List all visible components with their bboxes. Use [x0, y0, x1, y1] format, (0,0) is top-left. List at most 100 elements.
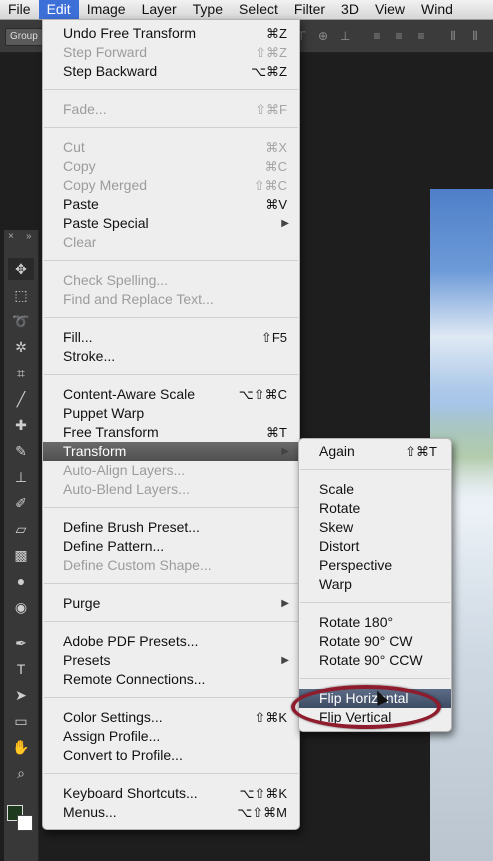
crop-tool-icon[interactable]: ⌗	[8, 362, 34, 384]
menu-item-paste[interactable]: Paste ⌘V	[43, 195, 299, 214]
distribute-left-icon[interactable]: ⫴	[448, 29, 458, 43]
menu-item-stroke[interactable]: Stroke...	[43, 347, 299, 366]
group-dropdown[interactable]: Group	[5, 28, 43, 46]
submenu-item-rotate[interactable]: Rotate	[299, 499, 451, 518]
align-vcenter-icon[interactable]: ⊕	[318, 29, 328, 43]
submenu-item-distort[interactable]: Distort	[299, 537, 451, 556]
type-tool-icon[interactable]: T	[8, 658, 34, 680]
submenu-arrow-icon: ▶	[281, 598, 289, 609]
menu-item-content-aware-scale[interactable]: Content-Aware Scale ⌥⇧⌘C	[43, 385, 299, 404]
menu-item-puppet-warp[interactable]: Puppet Warp	[43, 404, 299, 423]
menu-separator	[44, 621, 298, 622]
menu-item-step-backward[interactable]: Step Backward ⌥⌘Z	[43, 62, 299, 81]
clone-stamp-tool-icon[interactable]: ⊥	[8, 466, 34, 488]
submenu-item-rotate-90-cw[interactable]: Rotate 90° CW	[299, 632, 451, 651]
blur-tool-icon[interactable]: ●	[8, 570, 34, 592]
menu-item-transform[interactable]: Transform ▶	[43, 442, 299, 461]
menu-image[interactable]: Image	[79, 0, 134, 19]
menu-item-adobe-pdf-presets[interactable]: Adobe PDF Presets...	[43, 632, 299, 651]
menu-filter[interactable]: Filter	[286, 0, 333, 19]
dodge-tool-icon[interactable]: ◉	[8, 596, 34, 618]
menu-item-remote-connections[interactable]: Remote Connections...	[43, 670, 299, 689]
menu-separator	[300, 469, 450, 470]
menu-item-cut[interactable]: Cut ⌘X	[43, 138, 299, 157]
tools-panel: × » ✥ ⬚ ➰ ✲ ⌗ ╱ ✚ ✎ ⊥ ✐ ▱ ▩ ● ◉ ✒ T ➤ ▭ …	[4, 230, 39, 861]
menu-item-find-replace-text[interactable]: Find and Replace Text...	[43, 290, 299, 309]
move-tool-icon[interactable]: ✥	[8, 258, 34, 280]
menu-item-fade[interactable]: Fade... ⇧⌘F	[43, 100, 299, 119]
menu-item-define-pattern[interactable]: Define Pattern...	[43, 537, 299, 556]
menu-separator	[44, 697, 298, 698]
menu-item-keyboard-shortcuts[interactable]: Keyboard Shortcuts... ⌥⇧⌘K	[43, 784, 299, 803]
menu-item-define-brush-preset[interactable]: Define Brush Preset...	[43, 518, 299, 537]
lasso-tool-icon[interactable]: ➰	[8, 310, 34, 332]
healing-brush-tool-icon[interactable]: ✚	[8, 414, 34, 436]
menu-item-undo-free-transform[interactable]: Undo Free Transform ⌘Z	[43, 24, 299, 43]
submenu-item-perspective[interactable]: Perspective	[299, 556, 451, 575]
menu-separator	[44, 260, 298, 261]
magic-wand-tool-icon[interactable]: ✲	[8, 336, 34, 358]
zoom-tool-icon[interactable]: ⌕	[8, 762, 34, 784]
submenu-item-skew[interactable]: Skew	[299, 518, 451, 537]
menu-item-auto-align-layers[interactable]: Auto-Align Layers...	[43, 461, 299, 480]
eyedropper-tool-icon[interactable]: ╱	[8, 388, 34, 410]
pen-tool-icon[interactable]: ✒	[8, 632, 34, 654]
background-color-swatch[interactable]	[17, 815, 33, 831]
menu-separator	[44, 89, 298, 90]
gradient-tool-icon[interactable]: ▩	[8, 544, 34, 566]
rectangle-tool-icon[interactable]: ▭	[8, 710, 34, 732]
submenu-item-scale[interactable]: Scale	[299, 480, 451, 499]
close-icon[interactable]: ×	[8, 231, 14, 242]
menu-item-paste-special[interactable]: Paste Special ▶	[43, 214, 299, 233]
distribute-hcenter-icon[interactable]: ⫴	[470, 29, 480, 43]
menu-item-menus[interactable]: Menus... ⌥⇧⌘M	[43, 803, 299, 822]
align-bottom-icon[interactable]: ⊥	[340, 29, 350, 43]
submenu-item-rotate-90-ccw[interactable]: Rotate 90° CCW	[299, 651, 451, 670]
menu-separator	[44, 127, 298, 128]
menu-layer[interactable]: Layer	[134, 0, 185, 19]
highlight-annotation-ellipse	[291, 685, 441, 729]
submenu-item-warp[interactable]: Warp	[299, 575, 451, 594]
submenu-arrow-icon: ▶	[281, 446, 289, 457]
menu-item-auto-blend-layers[interactable]: Auto-Blend Layers...	[43, 480, 299, 499]
menu-separator	[44, 317, 298, 318]
menu-item-free-transform[interactable]: Free Transform ⌘T	[43, 423, 299, 442]
menu-separator	[300, 678, 450, 679]
menu-edit[interactable]: Edit	[38, 0, 79, 19]
hand-tool-icon[interactable]: ✋	[8, 736, 34, 758]
menu-3d[interactable]: 3D	[333, 0, 367, 19]
collapse-icon[interactable]: »	[26, 231, 32, 242]
menu-item-fill[interactable]: Fill... ⇧F5	[43, 328, 299, 347]
menu-item-purge[interactable]: Purge ▶	[43, 594, 299, 613]
menu-select[interactable]: Select	[231, 0, 286, 19]
eraser-tool-icon[interactable]: ▱	[8, 518, 34, 540]
submenu-item-again[interactable]: Again ⇧⌘T	[299, 442, 451, 461]
menu-item-assign-profile[interactable]: Assign Profile...	[43, 727, 299, 746]
menu-item-step-forward[interactable]: Step Forward ⇧⌘Z	[43, 43, 299, 62]
menu-file[interactable]: File	[0, 0, 39, 19]
distribute-vcenter-icon[interactable]: ≡	[394, 29, 404, 43]
menu-window[interactable]: Wind	[413, 0, 461, 19]
menu-separator	[300, 602, 450, 603]
history-brush-tool-icon[interactable]: ✐	[8, 492, 34, 514]
menu-type[interactable]: Type	[185, 0, 231, 19]
brush-tool-icon[interactable]: ✎	[8, 440, 34, 462]
path-selection-tool-icon[interactable]: ➤	[8, 684, 34, 706]
tools-panel-header[interactable]: × »	[4, 230, 38, 246]
menu-item-color-settings[interactable]: Color Settings... ⇧⌘K	[43, 708, 299, 727]
edit-menu: Undo Free Transform ⌘Z Step Forward ⇧⌘Z …	[42, 19, 300, 830]
submenu-arrow-icon: ▶	[281, 218, 289, 229]
marquee-tool-icon[interactable]: ⬚	[8, 284, 34, 306]
menu-item-convert-to-profile[interactable]: Convert to Profile...	[43, 746, 299, 765]
submenu-item-rotate-180[interactable]: Rotate 180°	[299, 613, 451, 632]
distribute-bottom-icon[interactable]: ≡	[416, 29, 426, 43]
menu-item-clear[interactable]: Clear	[43, 233, 299, 252]
menu-view[interactable]: View	[367, 0, 413, 19]
distribute-top-icon[interactable]: ≡	[372, 29, 382, 43]
menu-item-check-spelling[interactable]: Check Spelling...	[43, 271, 299, 290]
menu-item-presets[interactable]: Presets ▶	[43, 651, 299, 670]
menu-item-copy-merged[interactable]: Copy Merged ⇧⌘C	[43, 176, 299, 195]
menu-separator	[44, 374, 298, 375]
menu-item-define-custom-shape[interactable]: Define Custom Shape...	[43, 556, 299, 575]
menu-item-copy[interactable]: Copy ⌘C	[43, 157, 299, 176]
